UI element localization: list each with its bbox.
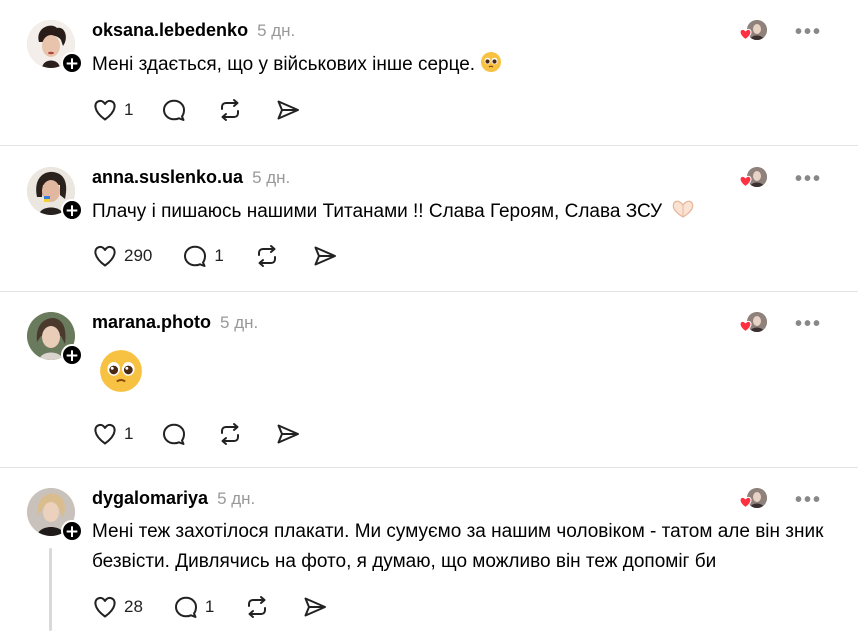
more-dots-icon[interactable]: ••• <box>795 169 822 189</box>
post-3: + marana.photo 5 дн. ••• 1 <box>0 312 858 452</box>
avatar-marana[interactable]: + <box>27 312 83 366</box>
action-bar: 1 <box>92 419 301 449</box>
liked-by-author-icon <box>739 488 767 512</box>
speech-bubble-icon <box>174 596 197 618</box>
speech-bubble-icon <box>163 99 186 121</box>
post-text: Мені теж захотілося плакати. Ми сумуємо … <box>92 517 837 577</box>
timestamp[interactable]: 5 дн. <box>220 313 258 333</box>
username[interactable]: oksana.lebedenko <box>92 20 248 41</box>
heart-outline-icon <box>94 245 116 267</box>
liked-by-author-icon <box>739 312 767 336</box>
reply-button[interactable] <box>161 98 187 122</box>
timestamp[interactable]: 5 дн. <box>217 489 255 509</box>
repost-icon <box>257 245 276 267</box>
post-text: Мені здається, що у військових інше серц… <box>92 50 837 83</box>
repost-icon <box>221 423 240 445</box>
avatar-oksana[interactable]: + <box>27 20 83 74</box>
timestamp[interactable]: 5 дн. <box>257 21 295 41</box>
post-header: anna.suslenko.ua 5 дн. <box>92 167 290 191</box>
action-bar: 290 1 <box>92 241 338 271</box>
more-dots-icon[interactable]: ••• <box>795 314 822 334</box>
send-icon <box>304 597 327 617</box>
reply-button[interactable]: 1 <box>182 244 224 268</box>
username[interactable]: marana.photo <box>92 312 211 333</box>
like-button[interactable]: 290 <box>92 244 152 268</box>
action-bar: 28 1 <box>92 592 328 622</box>
reply-count: 1 <box>214 246 224 265</box>
pleading-face-icon <box>480 51 502 83</box>
repost-icon <box>248 596 267 618</box>
action-bar: 1 <box>92 95 301 125</box>
like-count: 1 <box>124 100 134 119</box>
post-header: marana.photo 5 дн. <box>92 312 258 336</box>
like-count: 28 <box>124 597 143 616</box>
post-meta-right: ••• <box>739 488 822 512</box>
send-icon <box>314 246 336 266</box>
liked-by-author-icon <box>739 20 767 44</box>
more-dots-icon[interactable]: ••• <box>795 490 822 510</box>
post-text <box>92 348 837 404</box>
heart-outline-icon <box>94 423 116 445</box>
divider <box>0 291 858 292</box>
send-icon <box>277 100 300 120</box>
share-button[interactable] <box>312 244 338 268</box>
divider <box>0 145 858 146</box>
heart-outline-icon <box>94 596 116 618</box>
reply-count: 1 <box>204 597 215 616</box>
follow-plus-icon[interactable]: + <box>61 199 83 221</box>
post-2: + anna.suslenko.ua 5 дн. ••• Плачу і пиш… <box>0 167 858 272</box>
post-4: + dygalomariya 5 дн. ••• Мені теж захоті… <box>0 488 858 631</box>
repost-button[interactable] <box>254 244 280 268</box>
repost-button[interactable] <box>217 98 243 122</box>
post-meta-right: ••• <box>739 312 822 336</box>
repost-button[interactable] <box>217 422 243 446</box>
post-1: + oksana.lebedenko 5 дн. ••• Мені здаєть… <box>0 20 858 125</box>
follow-plus-icon[interactable]: + <box>61 520 83 542</box>
speech-bubble-icon <box>163 423 186 445</box>
more-dots-icon[interactable]: ••• <box>795 22 822 42</box>
pleading-face-icon <box>98 348 144 404</box>
reply-button[interactable] <box>161 422 187 446</box>
share-button[interactable] <box>275 422 301 446</box>
post-meta-right: ••• <box>739 167 822 191</box>
repost-button[interactable] <box>244 595 270 619</box>
share-button[interactable] <box>302 595 328 619</box>
post-text: Плачу і пишаюсь нашими Титанами !! Слава… <box>92 197 837 230</box>
follow-plus-icon[interactable]: + <box>61 344 83 366</box>
share-button[interactable] <box>275 98 301 122</box>
heart-outline-icon <box>94 99 116 121</box>
avatar-anna[interactable]: + <box>27 167 83 221</box>
reply-button[interactable]: 1 <box>173 595 214 619</box>
like-button[interactable]: 1 <box>92 98 133 122</box>
avatar-dygalomariya[interactable]: + <box>27 488 83 542</box>
heart-hands-icon <box>671 198 695 230</box>
like-button[interactable]: 28 <box>92 595 143 619</box>
liked-by-author-icon <box>739 167 767 191</box>
post-header: dygalomariya 5 дн. <box>92 488 255 512</box>
timestamp[interactable]: 5 дн. <box>252 168 290 188</box>
post-text-body: Мені здається, що у військових інше серц… <box>92 54 476 75</box>
like-count: 1 <box>124 424 134 443</box>
username[interactable]: anna.suslenko.ua <box>92 167 243 188</box>
send-icon <box>277 424 300 444</box>
like-button[interactable]: 1 <box>92 422 133 446</box>
follow-plus-icon[interactable]: + <box>61 52 83 74</box>
username[interactable]: dygalomariya <box>92 488 208 509</box>
post-text-body: Плачу і пишаюсь нашими Титанами !! Слава… <box>92 201 663 222</box>
post-text-body: Мені теж захотілося плакати. Ми сумуємо … <box>92 521 824 572</box>
post-meta-right: ••• <box>739 20 822 44</box>
divider <box>0 467 858 468</box>
speech-bubble-icon <box>184 245 207 267</box>
like-count: 290 <box>124 246 153 265</box>
repost-icon <box>221 99 240 121</box>
post-header: oksana.lebedenko 5 дн. <box>92 20 295 44</box>
